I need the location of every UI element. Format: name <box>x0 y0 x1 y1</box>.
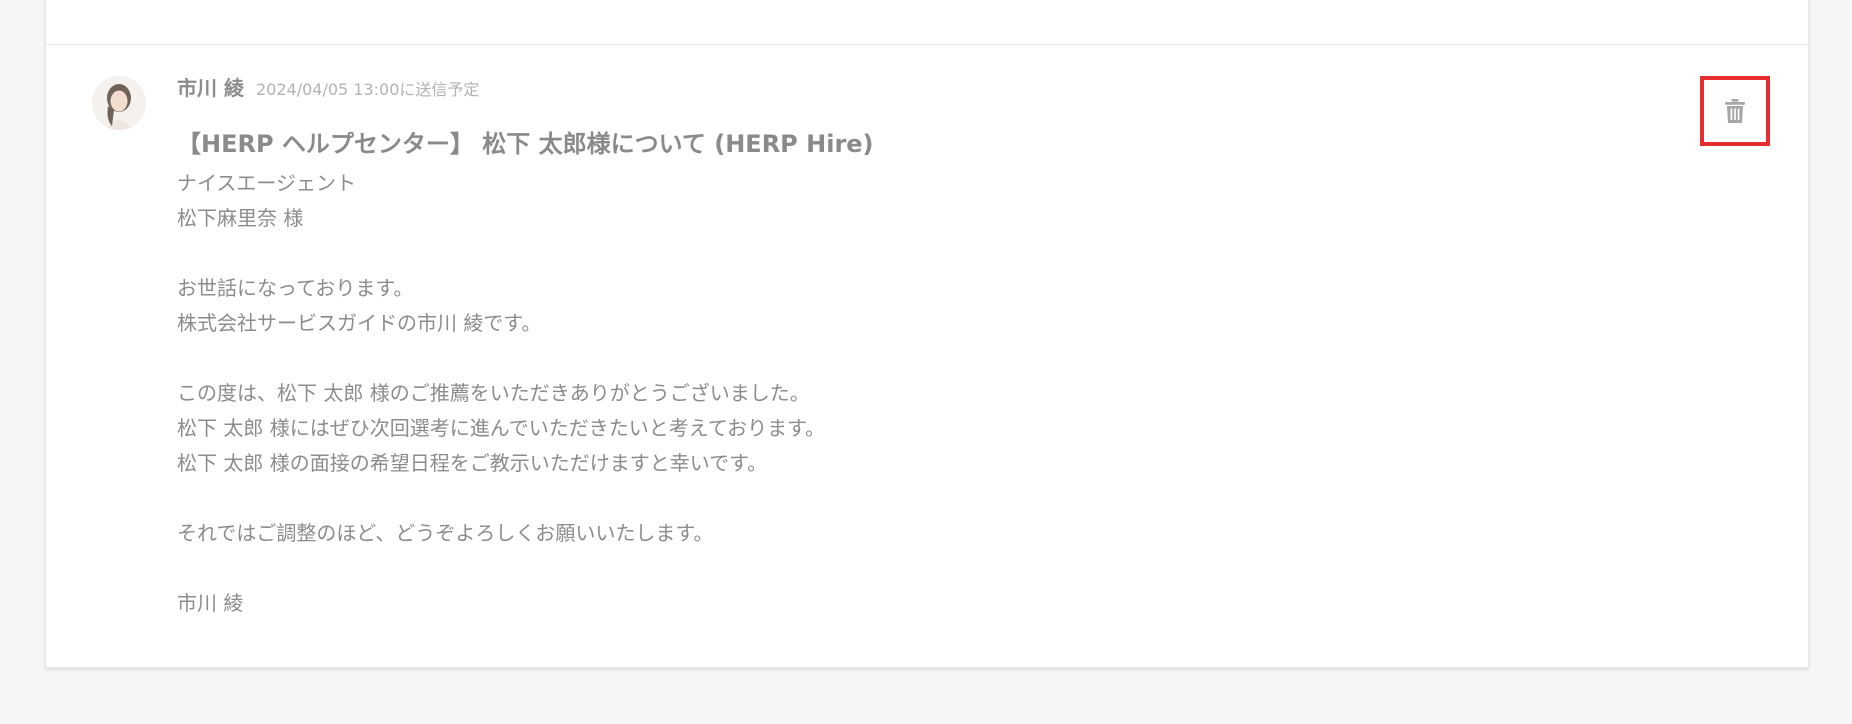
avatar <box>92 76 146 130</box>
body-line: 松下麻里奈 様 <box>177 206 304 230</box>
body-line: 市川 綾 <box>177 591 244 615</box>
body-line: この度は、松下 太郎 様のご推薦をいただきありがとうございました。 <box>177 381 810 405</box>
message-subject: 【HERP ヘルプセンター】 松下 太郎様について (HERP Hire) <box>177 130 874 158</box>
body-line: それではご調整のほど、どうぞよろしくお願いいたします。 <box>177 521 714 545</box>
message-meta: 市川 綾 2024/04/05 13:00に送信予定 <box>177 72 479 102</box>
message-body: ナイスエージェント 松下麻里奈 様お世話になっております。株式会社サービスガイドの… <box>177 166 1377 621</box>
body-line: 株式会社サービスガイドの市川 綾です。 <box>177 311 542 335</box>
divider <box>46 44 1808 45</box>
body-line: お世話になっております。 <box>177 276 414 300</box>
body-line: 松下 太郎 様の面接の希望日程をご教示いただけますと幸いです。 <box>177 451 768 475</box>
sender-name: 市川 綾 <box>177 76 244 100</box>
body-line: 松下 太郎 様にはぜひ次回選考に進んでいただきたいと考えております。 <box>177 416 826 440</box>
delete-button[interactable] <box>1700 76 1770 146</box>
trash-icon <box>1725 99 1745 123</box>
page: 市川 綾 2024/04/05 13:00に送信予定 【HERP ヘルプセンター… <box>0 0 1852 724</box>
body-line: ナイスエージェント <box>177 171 356 195</box>
scheduled-send-time: 2024/04/05 13:00に送信予定 <box>255 80 480 99</box>
avatar-photo-icon <box>92 76 146 130</box>
